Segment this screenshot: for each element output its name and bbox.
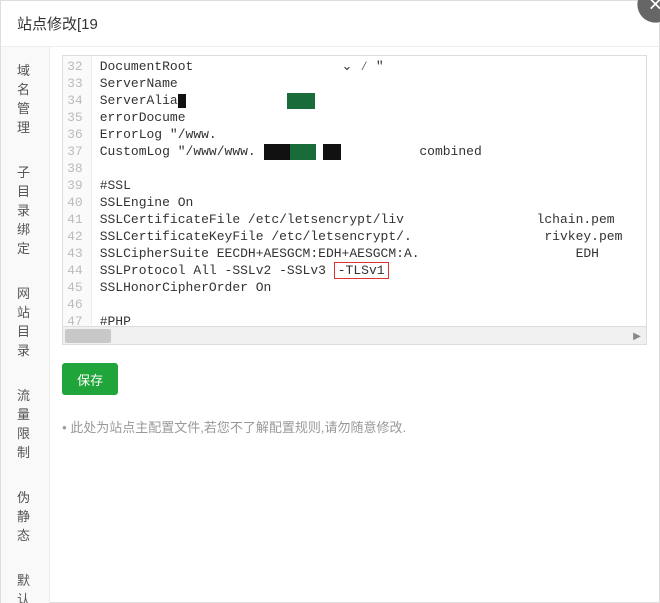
editor-content[interactable]: 323334353637383940414243444546474849 Doc… <box>63 56 646 326</box>
horizontal-scrollbar[interactable]: ▶ <box>63 326 646 344</box>
sidebar-item[interactable]: 域名管理 <box>1 47 49 149</box>
sidebar-item[interactable]: 流量限制 <box>1 372 49 474</box>
sidebar: 域名管理子目录绑定网站目录流量限制伪静态默认文档配置文件SSLPHP版本Tomc… <box>1 47 50 603</box>
main-panel: 323334353637383940414243444546474849 Doc… <box>50 47 659 603</box>
scrollbar-thumb[interactable] <box>65 329 111 343</box>
scroll-right-icon[interactable]: ▶ <box>628 327 646 345</box>
modal-header: 站点修改[19 ✕ <box>1 1 659 47</box>
sidebar-item[interactable]: 伪静态 <box>1 474 49 557</box>
close-button[interactable]: ✕ <box>637 0 660 23</box>
modal-body: 域名管理子目录绑定网站目录流量限制伪静态默认文档配置文件SSLPHP版本Tomc… <box>1 47 659 603</box>
config-note: 此处为站点主配置文件,若您不了解配置规则,请勿随意修改. <box>62 417 647 436</box>
sidebar-item[interactable]: 子目录绑定 <box>1 149 49 270</box>
site-edit-modal: 站点修改[19 ✕ 域名管理子目录绑定网站目录流量限制伪静态默认文档配置文件SS… <box>0 0 660 603</box>
line-gutter: 323334353637383940414243444546474849 <box>63 56 92 326</box>
modal-title: 站点修改[19 <box>17 16 98 33</box>
sidebar-item[interactable]: 默认文档 <box>1 557 49 603</box>
save-button[interactable]: 保存 <box>62 363 118 395</box>
code-area[interactable]: DocumentRoot ⌄ ⁄ ʺServerNameServerAlia e… <box>92 56 646 326</box>
sidebar-item[interactable]: 网站目录 <box>1 270 49 372</box>
highlighted-fragment: -TLSv1 <box>334 262 389 279</box>
config-editor: 323334353637383940414243444546474849 Doc… <box>62 55 647 345</box>
